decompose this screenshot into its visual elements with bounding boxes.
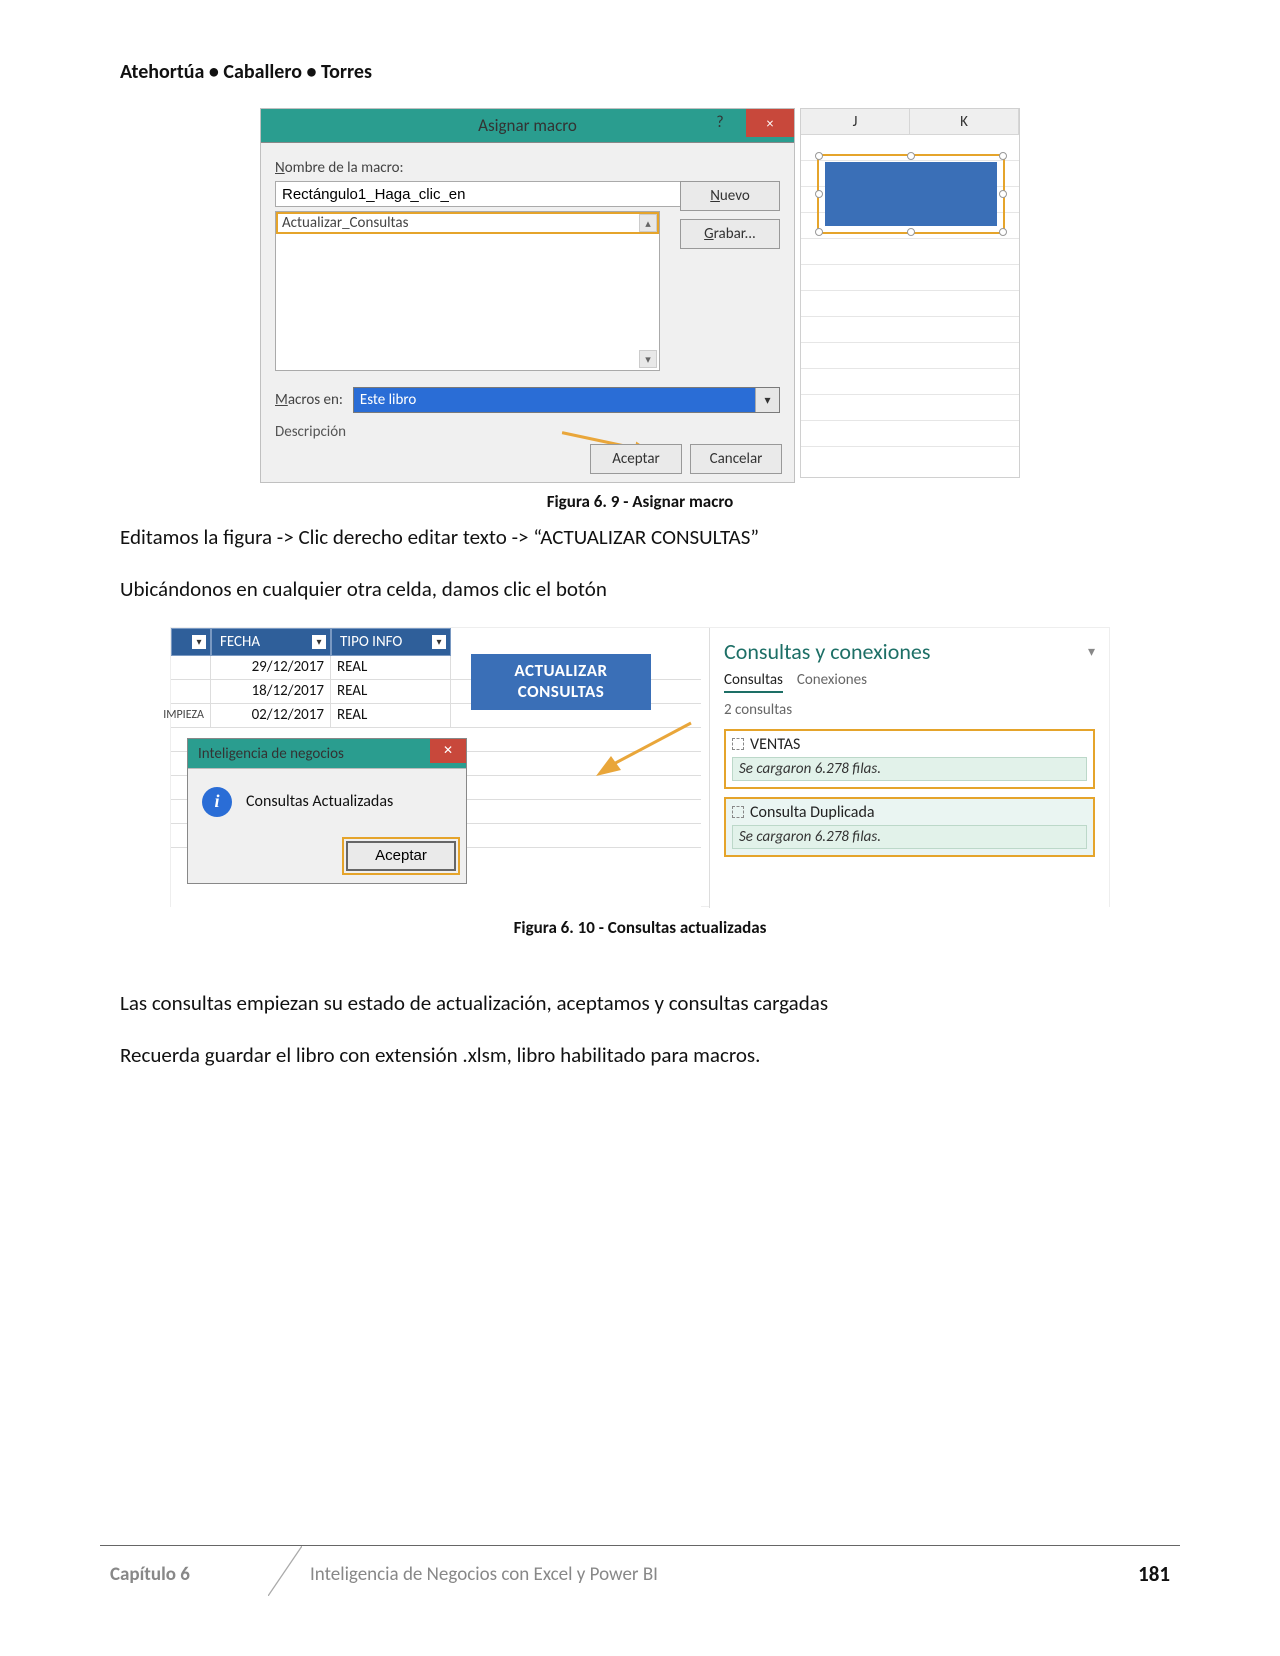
filter-dropdown-icon[interactable]: ▾ [432, 635, 446, 649]
messagebox-title: Inteligencia de negocios [198, 745, 344, 763]
messagebox-text: Consultas Actualizadas [246, 792, 393, 811]
table-header: ▾ FECHA▾ TIPO INFO▾ [171, 628, 701, 656]
paragraph-2: Ubicándonos en cualquier otra celda, dam… [120, 574, 1160, 604]
scroll-down-icon[interactable]: ▾ [639, 350, 657, 368]
column-header-tipo-info[interactable]: TIPO INFO▾ [331, 628, 451, 656]
figure-caption-1: Figura 6. 9 - Asignar macro [120, 491, 1160, 512]
footer-chapter: Capítulo 6 [100, 1563, 270, 1586]
macros-en-label: Macros en: [275, 391, 343, 409]
paragraph-3: Las consultas empiezan su estado de actu… [120, 988, 1160, 1018]
query-loading-icon [732, 806, 744, 818]
chevron-down-icon[interactable]: ▾ [755, 388, 779, 412]
pane-menu-icon[interactable]: ▾ [1088, 643, 1095, 660]
tab-conexiones[interactable]: Conexiones [797, 671, 867, 693]
macro-list-item[interactable]: Actualizar_Consultas [278, 214, 657, 232]
query-status: Se cargaron 6.278 filas. [732, 825, 1087, 849]
messagebox-ok-button[interactable]: Aceptar [346, 841, 456, 871]
query-status: Se cargaron 6.278 filas. [732, 757, 1087, 781]
queries-connections-pane: Consultas y conexiones ▾ Consultas Conex… [709, 628, 1109, 908]
query-item-consulta-duplicada[interactable]: Consulta Duplicada Se cargaron 6.278 fil… [724, 797, 1095, 857]
aceptar-button[interactable]: Aceptar [590, 444, 682, 474]
filter-dropdown-icon[interactable]: ▾ [312, 635, 326, 649]
tab-consultas[interactable]: Consultas [724, 671, 783, 693]
page-footer: Capítulo 6 Inteligencia de Negocios con … [0, 1545, 1280, 1596]
page-number: 181 [1138, 1561, 1170, 1587]
column-header-j[interactable]: J [801, 109, 910, 134]
footer-divider-icon [268, 1546, 302, 1596]
grabar-button[interactable]: Grabar... [680, 219, 780, 249]
messagebox: Inteligencia de negocios ✕ i Consultas A… [187, 738, 467, 884]
figure-caption-2: Figura 6. 10 - Consultas actualizadas [120, 917, 1160, 938]
column-header-k[interactable]: K [910, 109, 1019, 134]
dialog-title: Asignar macro [478, 115, 577, 136]
paragraph-1: Editamos la figura -> Clic derecho edita… [120, 522, 1160, 552]
column-header-blank[interactable]: ▾ [171, 628, 211, 656]
selected-shape-rectangle[interactable] [817, 154, 1005, 234]
cancelar-button[interactable]: Cancelar [690, 444, 782, 474]
descripcion-label: Descripción [275, 423, 780, 441]
filter-dropdown-icon[interactable]: ▾ [192, 635, 206, 649]
macro-listbox[interactable]: Actualizar_Consultas ▴ ▾ [275, 211, 660, 371]
info-icon: i [202, 787, 232, 817]
nuevo-button[interactable]: Nuevo [680, 181, 780, 211]
help-button[interactable]: ? [706, 109, 734, 137]
close-icon[interactable]: ✕ [430, 739, 466, 763]
scroll-up-icon[interactable]: ▴ [639, 214, 657, 232]
actualizar-consultas-button[interactable]: ACTUALIZAR CONSULTAS [471, 654, 651, 710]
macros-en-value: Este libro [354, 388, 779, 412]
page-header-authors: Atehortúa • Caballero • Torres [120, 60, 1160, 84]
figure-consultas-actualizadas: ▾ FECHA▾ TIPO INFO▾ 29/12/2017 REAL 18/1… [170, 627, 1110, 907]
figure-asignar-macro: J K Asignar macro ? × [260, 108, 1020, 483]
close-button[interactable]: × [746, 109, 794, 137]
macro-name-input[interactable] [275, 181, 746, 207]
column-header-fecha[interactable]: FECHA▾ [211, 628, 331, 656]
paragraph-4: Recuerda guardar el libro con extensión … [120, 1040, 1160, 1070]
assign-macro-dialog: Asignar macro ? × Nombre de la macro: Ac… [260, 108, 795, 483]
macros-en-combo[interactable]: Este libro ▾ [353, 387, 780, 413]
queries-count: 2 consultas [724, 701, 1095, 719]
annotation-arrow-icon [591, 718, 701, 778]
pane-title: Consultas y conexiones [724, 638, 930, 665]
macro-name-label: Nombre de la macro: [275, 159, 780, 177]
query-item-ventas[interactable]: VENTAS Se cargaron 6.278 filas. [724, 729, 1095, 789]
query-loading-icon [732, 738, 744, 750]
footer-book-title: Inteligencia de Negocios con Excel y Pow… [310, 1563, 658, 1586]
